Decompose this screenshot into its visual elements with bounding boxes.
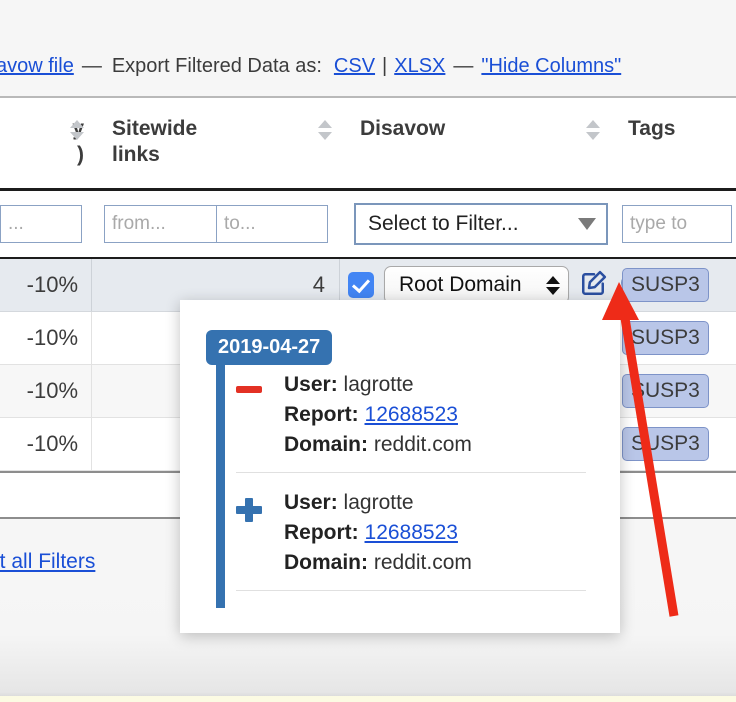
tag-badge[interactable]: SUSP3 [622,427,709,461]
column-header-sitewide-links[interactable]: Sitewide links [70,98,340,188]
export-csv-link[interactable]: CSV [334,55,375,78]
column-header-tags-label: Tags [628,117,676,140]
timeline-bar [216,336,225,608]
reset-all-filters-link[interactable]: et all Filters [0,550,95,574]
cell-percent: -10% [0,259,92,311]
disavow-checkbox[interactable] [348,272,374,298]
disavow-filter-select-value: Select to Filter... [368,212,519,235]
column-header-sitewide-links-line1: Sitewide [112,117,198,140]
column-header-disavow[interactable]: Disavow [318,98,608,188]
plus-icon [236,498,264,522]
popup-date-badge: 2019-04-27 [206,330,333,365]
history-report-link[interactable]: 12688523 [365,521,458,544]
cell-tags: SUSP3 [608,365,736,417]
disavow-scope-value: Root Domain [399,273,522,296]
toolbar-dash-2: — [453,54,474,77]
page-root: savow file — Export Filtered Data as: CS… [0,0,736,702]
chevron-down-icon [578,218,596,230]
tag-badge[interactable]: SUSP3 [622,374,709,408]
toolbar-pipe: | [382,54,388,77]
sort-arrows-icon[interactable] [586,120,600,142]
history-domain-label: Domain: [284,433,368,456]
hide-columns-link[interactable]: "Hide Columns" [481,55,621,78]
sort-arrows-icon[interactable] [70,120,84,142]
table-header-row: y ) Sitewide links Disavow Tags [0,98,736,191]
history-user-line: User: lagrotte [284,370,592,400]
history-entry: User: lagrotte Report: 12688523 Domain: … [236,370,592,460]
export-toolbar: savow file — Export Filtered Data as: CS… [0,48,736,84]
history-domain-line: Domain: reddit.com [284,430,592,460]
toolbar-dash-1: — [81,54,102,77]
popup-entry-divider [236,472,586,473]
tag-badge[interactable]: SUSP3 [622,268,709,302]
filter-cell-sitewide-links: from... to... [92,191,340,257]
column-header-sitewide-links-line2: links [112,143,160,166]
disavow-history-popup: 2019-04-27 User: lagrotte Report: 126885… [180,300,620,633]
history-user-line: User: lagrotte [284,488,592,518]
popup-entry-divider [236,590,586,591]
disavow-filter-select[interactable]: Select to Filter... [354,203,608,245]
sort-arrows-icon[interactable] [318,120,332,142]
table-filter-row: ... from... to... Select to Filter... ty… [0,191,736,259]
minus-icon [236,380,264,402]
cell-percent: -10% [0,365,92,417]
cell-tags: SUSP3 [608,418,736,470]
cell-percent: -10% [0,312,92,364]
disavow-file-link[interactable]: savow file [0,55,74,78]
column-header-tags[interactable]: Tags [586,98,736,188]
history-report-label: Report: [284,403,359,426]
export-filtered-data-label: Export Filtered Data as: [111,54,322,77]
column-header-disavow-label: Disavow [360,117,446,140]
filter-cell-disavow: Select to Filter... [340,191,608,257]
bottom-accent-strip [0,696,736,702]
sitewide-from-input[interactable]: from... [104,205,216,243]
cell-tags: SUSP3 [608,259,736,311]
history-report-line: Report: 12688523 [284,518,592,548]
history-report-link[interactable]: 12688523 [365,403,458,426]
history-report-line: Report: 12688523 [284,400,592,430]
history-user-value: lagrotte [343,373,414,396]
tag-badge[interactable]: SUSP3 [622,321,709,355]
cell-percent: -10% [0,418,92,470]
sitewide-to-input[interactable]: to... [216,205,328,243]
history-domain-line: Domain: reddit.com [284,548,592,578]
stepper-arrows-icon[interactable] [546,275,560,295]
percent-filter-input[interactable]: ... [0,205,82,243]
column-header-percent[interactable]: y ) [0,98,92,188]
history-user-value: lagrotte [343,491,414,514]
history-entry: User: lagrotte Report: 12688523 Domain: … [236,488,592,578]
filter-cell-tags: type to [608,191,736,257]
history-domain-value: reddit.com [373,551,472,574]
column-header-percent-line2: ) [77,143,84,166]
disavow-scope-select[interactable]: Root Domain [384,266,569,304]
history-domain-label: Domain: [284,551,368,574]
history-report-label: Report: [284,521,359,544]
tags-filter-input[interactable]: type to [622,205,732,243]
history-user-label: User: [284,491,338,514]
cell-tags: SUSP3 [608,312,736,364]
filter-cell-percent: ... [0,191,92,257]
history-domain-value: reddit.com [373,433,472,456]
history-user-label: User: [284,373,338,396]
edit-icon[interactable] [579,268,609,303]
export-xlsx-link[interactable]: XLSX [394,55,445,78]
